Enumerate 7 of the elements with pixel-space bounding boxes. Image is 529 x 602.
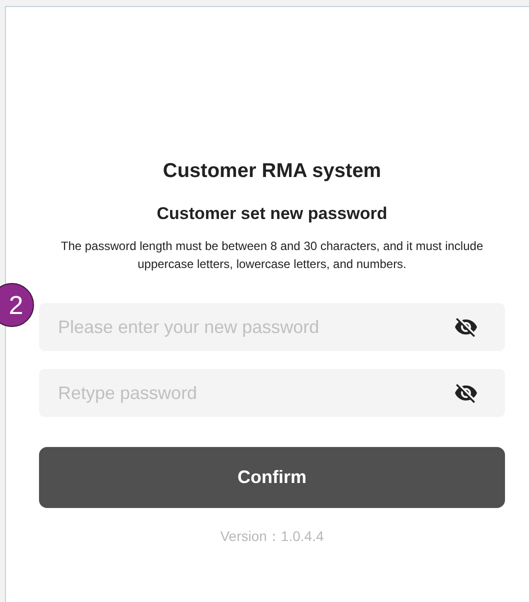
confirm-button[interactable]: Confirm — [39, 447, 505, 508]
system-title: Customer RMA system — [162, 159, 382, 184]
password-rules: The password length must be between 8 and 30 characters, and it must include uppercase letters, lowercase letters, and numbers. — [60, 238, 484, 273]
version-label: Version：1.0.4.4 — [220, 527, 324, 546]
hidden-eye-icon[interactable] — [454, 381, 478, 405]
page-heading: Customer set new password — [156, 203, 388, 225]
hidden-eye-icon[interactable] — [454, 315, 478, 339]
